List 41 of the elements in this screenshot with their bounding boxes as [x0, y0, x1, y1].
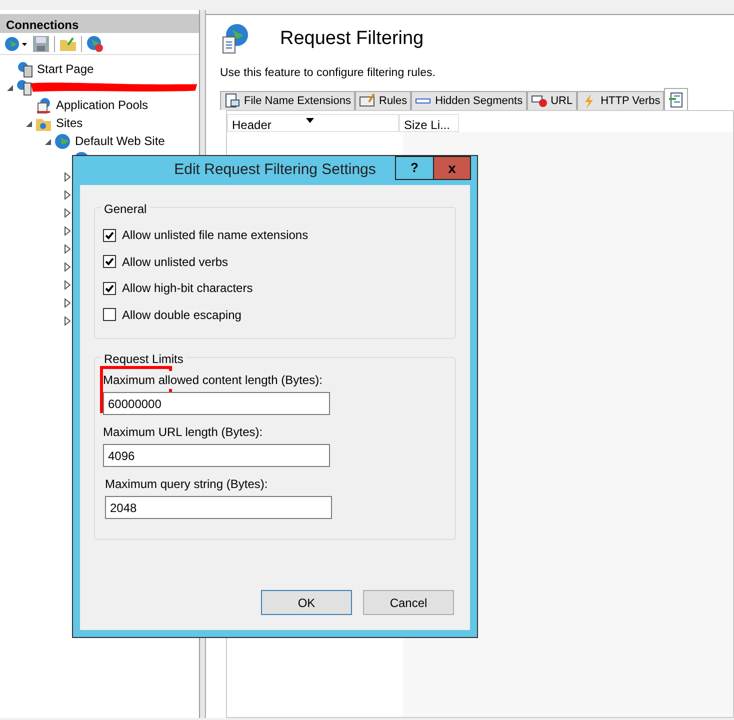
tab-icon — [530, 93, 547, 110]
pool-icon — [35, 96, 52, 114]
dialog-button[interactable]: OK — [261, 590, 352, 615]
tree-item[interactable]: Start Page — [37, 60, 94, 78]
checkbox[interactable] — [103, 255, 116, 268]
column-header[interactable]: Size Li... — [399, 114, 459, 132]
input-field[interactable]: 60000000 — [103, 392, 330, 415]
tab[interactable]: Hidden Segments — [411, 91, 527, 110]
tree-item[interactable]: Application Pools — [56, 96, 148, 114]
checkbox-label: Allow double escaping — [122, 306, 242, 324]
server-icon — [16, 78, 33, 96]
checkbox-label: Allow unlisted verbs — [122, 254, 228, 271]
tab[interactable] — [664, 88, 688, 110]
tab-icon — [224, 93, 240, 110]
checkbox[interactable] — [103, 308, 116, 322]
column-header[interactable]: Header — [227, 114, 399, 132]
tab-icon — [668, 92, 684, 108]
field-label: Maximum allowed content length (Bytes): — [103, 371, 322, 389]
close-button[interactable]: x — [434, 156, 471, 180]
tab[interactable]: HTTP Verbs — [576, 91, 664, 110]
tab[interactable]: URL — [526, 91, 577, 110]
page-title: Request Filtering — [280, 26, 424, 51]
input-field[interactable]: 2048 — [105, 496, 332, 519]
tree-item[interactable]: Default Web Site — [75, 132, 165, 150]
tree-item[interactable]: Sites — [56, 114, 83, 132]
tab[interactable]: Rules — [355, 91, 412, 110]
tab-icon — [359, 93, 375, 110]
checkbox[interactable] — [103, 282, 116, 295]
pane-header: Connections — [0, 14, 199, 33]
tab[interactable]: File Name Extensions — [220, 91, 355, 110]
dialog-title: Edit Request Filtering Settings — [174, 160, 376, 180]
folder-icon[interactable] — [59, 34, 77, 52]
page-description: Use this feature to configure filtering rules. — [220, 66, 436, 81]
dialog-button[interactable]: Cancel — [363, 590, 454, 615]
checkbox[interactable] — [103, 228, 116, 242]
checkbox-label: Allow high-bit characters — [122, 280, 253, 298]
input-field[interactable]: 4096 — [103, 444, 330, 467]
help-button[interactable]: ? — [395, 156, 434, 180]
page-icon — [16, 60, 33, 78]
checkbox-label: Allow unlisted file name extensions — [122, 227, 308, 244]
save-icon[interactable] — [32, 34, 50, 52]
